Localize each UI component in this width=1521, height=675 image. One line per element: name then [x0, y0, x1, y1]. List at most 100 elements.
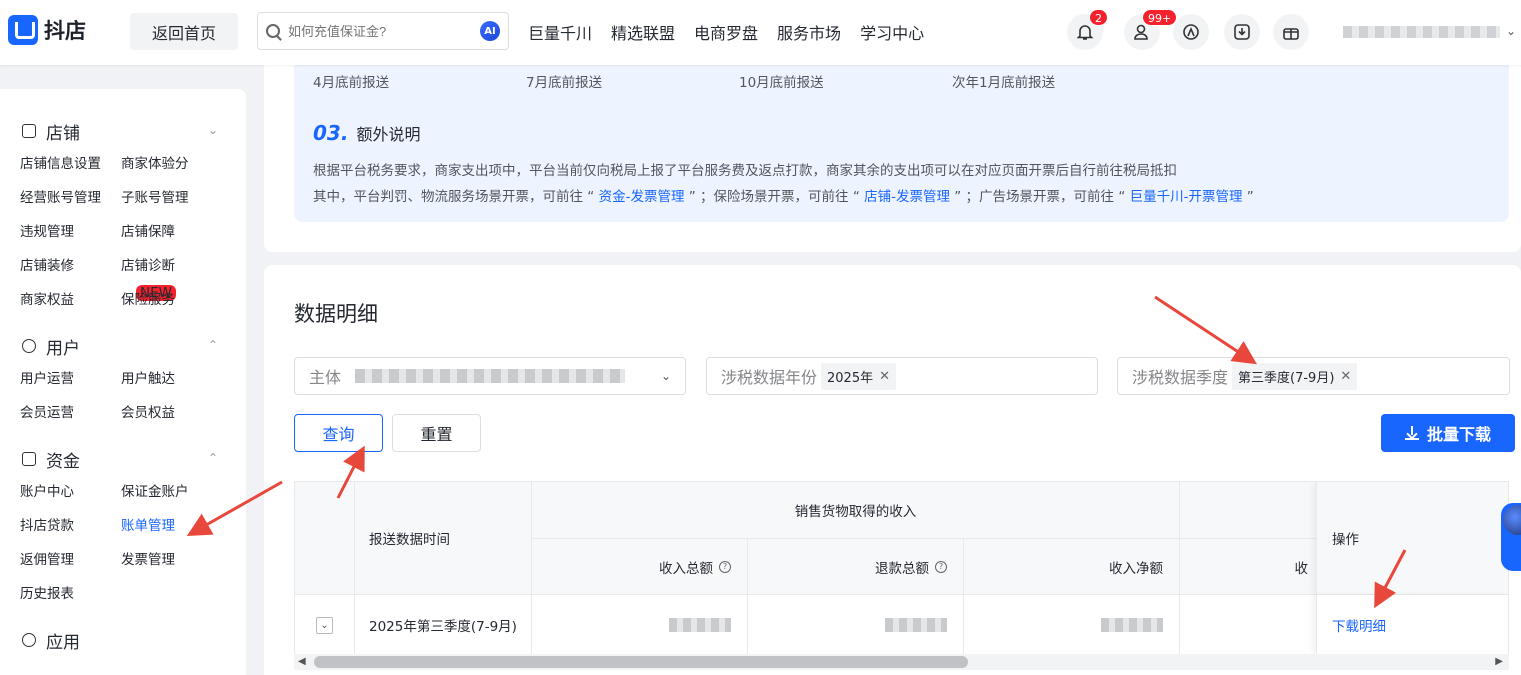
- sidebar-item[interactable]: 保险服务: [121, 291, 241, 310]
- table-group-header: 销售货物取得的收入: [532, 482, 1180, 539]
- service-icon[interactable]: [1173, 14, 1209, 50]
- scroll-left-icon[interactable]: ◀: [298, 656, 306, 667]
- nav-item[interactable]: 学习中心: [860, 20, 924, 44]
- sidebar-group-store[interactable]: 店铺 ⌄: [0, 119, 246, 144]
- sidebar-group-label: 资金: [46, 451, 80, 472]
- home-button[interactable]: 返回首页: [130, 13, 238, 50]
- deadline-item: 10月底前报送: [739, 75, 824, 91]
- page-title: 数据明细: [294, 302, 378, 326]
- nav-item[interactable]: 巨量千川: [528, 20, 592, 44]
- column-label: 退款总额: [875, 560, 929, 577]
- table-cell: [748, 595, 964, 655]
- table-cell: 2025年第三季度(7-9月): [355, 595, 532, 655]
- close-icon[interactable]: ✕: [879, 369, 890, 384]
- batch-download-button[interactable]: 批量下载: [1381, 414, 1515, 452]
- reset-button[interactable]: 重置: [392, 414, 481, 452]
- expand-row-icon[interactable]: ⌄: [316, 616, 333, 634]
- scroll-thumb[interactable]: [314, 656, 968, 668]
- chevron-up-icon: ⌃: [207, 338, 218, 352]
- data-table: 报送数据时间 销售货物取得的收入 收入总额? 退款总额? 收入净额 收 操作 ⌄…: [294, 481, 1509, 656]
- nav-item[interactable]: 电商罗盘: [694, 20, 758, 44]
- close-icon[interactable]: ✕: [1340, 369, 1351, 384]
- query-button[interactable]: 查询: [294, 414, 383, 452]
- nav-item[interactable]: 服务市场: [777, 20, 841, 44]
- sidebar-item[interactable]: 店铺信息设置: [20, 155, 121, 174]
- table-cell: ⌄: [295, 595, 355, 655]
- link-store-invoice[interactable]: 店铺-发票管理: [864, 189, 950, 205]
- user-icon: [22, 339, 36, 353]
- scroll-right-icon[interactable]: ▶: [1495, 656, 1503, 667]
- section-heading: 额外说明: [356, 125, 421, 144]
- table-header-cell: 操作: [1316, 482, 1508, 595]
- sidebar-item[interactable]: 商家体验分: [121, 155, 241, 174]
- chevron-up-icon: ⌃: [207, 451, 218, 465]
- sidebar-group-items: 用户运营 用户触达 会员运营 会员权益: [0, 370, 246, 423]
- table-cell: 下载明细: [1316, 595, 1508, 655]
- tag-label: 2025年: [827, 370, 874, 386]
- sidebar-item[interactable]: 抖店贷款: [20, 517, 121, 536]
- sidebar-item[interactable]: 店铺诊断: [121, 257, 241, 276]
- table-header-cell: 收: [1180, 539, 1316, 595]
- table-header-cell: 收入总额?: [532, 539, 748, 595]
- search-icon: [266, 24, 280, 38]
- sidebar-item[interactable]: 用户触达: [121, 370, 241, 389]
- note-text: ” ；保险场景开票，可前往 “: [684, 189, 865, 205]
- sidebar-item-merchant-rights[interactable]: 商家权益 NEW: [20, 285, 176, 310]
- sidebar: 店铺 ⌄ 店铺信息设置 商家体验分 经营账号管理 子账号管理 违规管理 店铺保障…: [0, 89, 246, 675]
- subject-select[interactable]: 主体 ⌄: [294, 357, 686, 395]
- sidebar-item[interactable]: 违规管理: [20, 223, 121, 242]
- sidebar-item[interactable]: 返佣管理: [20, 551, 121, 570]
- horizontal-scrollbar[interactable]: ◀ ▶: [294, 654, 1509, 670]
- gift-icon[interactable]: [1273, 14, 1309, 50]
- column-label: 收入总额: [659, 560, 713, 577]
- download-detail-link[interactable]: 下载明细: [1332, 615, 1386, 635]
- sidebar-item[interactable]: 用户运营: [20, 370, 121, 389]
- ai-assistant-icon[interactable]: AI: [480, 21, 500, 41]
- note-line: 根据平台税务要求，商家支出项中，平台当前仅向税局上报了平台服务费及返点打款，商家…: [313, 163, 1177, 179]
- sidebar-item[interactable]: 会员权益: [121, 404, 241, 423]
- chevron-down-icon: ⌄: [207, 123, 218, 137]
- sidebar-group-funds[interactable]: 资金 ⌃: [0, 447, 246, 472]
- link-qianchuan-invoice[interactable]: 巨量千川-开票管理: [1130, 189, 1243, 205]
- sidebar-group-label: 店铺: [46, 123, 80, 144]
- help-icon[interactable]: ?: [719, 560, 731, 573]
- sidebar-item[interactable]: 子账号管理: [121, 189, 241, 208]
- sidebar-item[interactable]: 店铺保障: [121, 223, 241, 242]
- quarter-select[interactable]: 涉税数据季度 第三季度(7-9月) ✕: [1117, 357, 1510, 395]
- help-icon[interactable]: ?: [935, 560, 947, 573]
- link-funds-invoice[interactable]: 资金-发票管理: [599, 189, 685, 205]
- sidebar-item-label: 商家权益: [20, 292, 74, 308]
- sidebar-item[interactable]: 保证金账户: [121, 483, 241, 502]
- nav-item[interactable]: 精选联盟: [611, 20, 675, 44]
- sidebar-group-user[interactable]: 用户 ⌃: [0, 334, 246, 359]
- note-line: 其中，平台判罚、物流服务场景开票，可前往 “ 资金-发票管理 ” ；保险场景开票…: [313, 185, 1254, 205]
- masked-value: [1101, 618, 1163, 632]
- table-cell: [1180, 595, 1316, 655]
- year-select[interactable]: 涉税数据年份 2025年 ✕: [706, 357, 1098, 395]
- sidebar-item[interactable]: 账户中心: [20, 483, 121, 502]
- user-name[interactable]: [1343, 26, 1500, 38]
- assistant-float-button[interactable]: [1501, 503, 1521, 571]
- sidebar-group-items: 店铺信息设置 商家体验分 经营账号管理 子账号管理 违规管理 店铺保障 店铺装修…: [0, 155, 246, 310]
- sidebar-item-bill-management[interactable]: 账单管理: [121, 517, 241, 536]
- sidebar-group-apps[interactable]: 应用: [0, 628, 246, 653]
- logo[interactable]: 抖店: [8, 15, 86, 45]
- chevron-down-icon: ⌄: [660, 369, 671, 383]
- search-box[interactable]: AI: [257, 12, 509, 50]
- table-header-cell: [295, 482, 355, 595]
- download-app-icon[interactable]: [1224, 14, 1260, 50]
- chevron-down-icon[interactable]: ⌄: [1506, 24, 1516, 38]
- note-text: ”: [1242, 189, 1254, 205]
- note-text: 其中，平台判罚、物流服务场景开票，可前往 “: [313, 189, 599, 205]
- search-input[interactable]: [288, 23, 480, 39]
- message-icon[interactable]: 99+: [1124, 9, 1178, 50]
- table-header-cell: 报送数据时间: [355, 482, 532, 595]
- deadline-item: 4月底前报送: [313, 75, 390, 91]
- store-icon: [22, 124, 36, 138]
- sidebar-item[interactable]: 店铺装修: [20, 257, 121, 276]
- sidebar-item[interactable]: 会员运营: [20, 404, 121, 423]
- sidebar-item[interactable]: 发票管理: [121, 551, 241, 570]
- bell-icon[interactable]: 2: [1067, 9, 1108, 50]
- sidebar-item[interactable]: 历史报表: [20, 585, 121, 604]
- sidebar-item[interactable]: 经营账号管理: [20, 189, 121, 208]
